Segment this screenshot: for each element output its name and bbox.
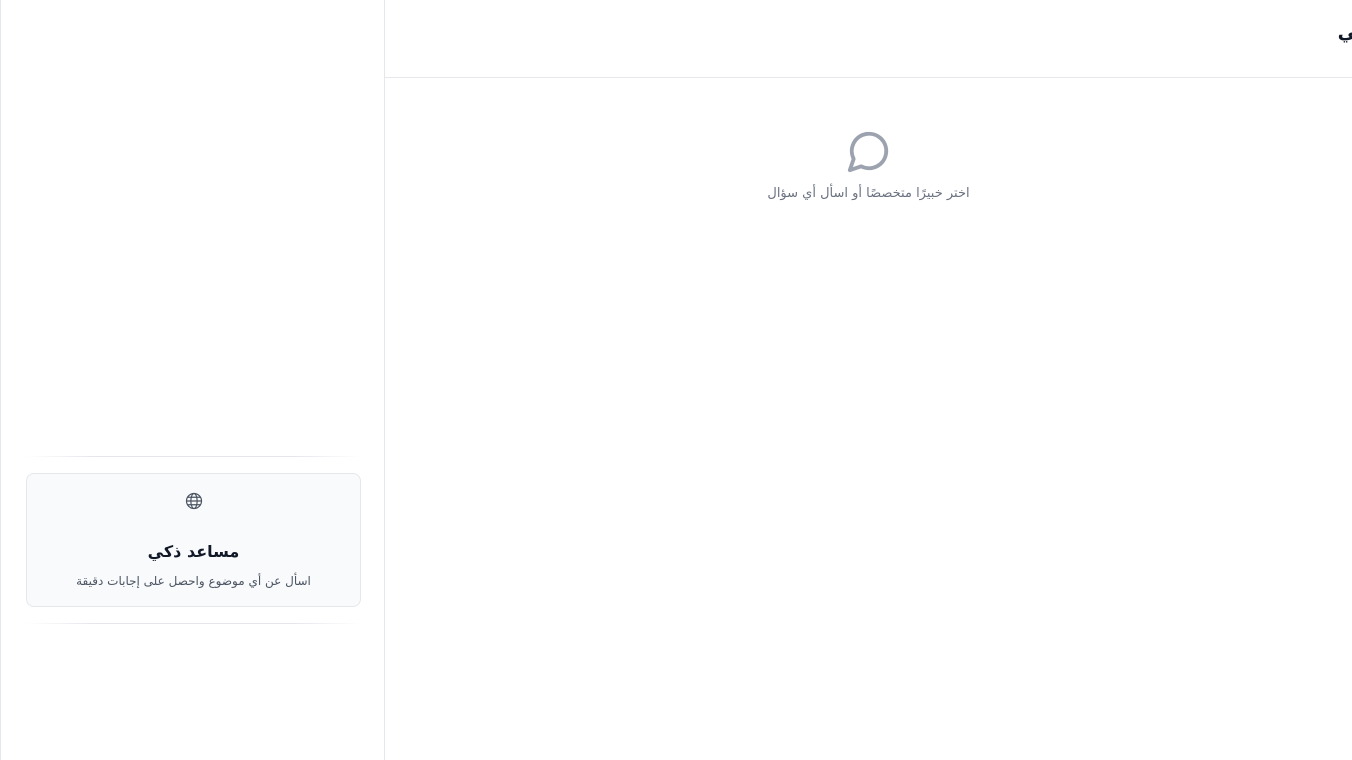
globe-icon	[185, 492, 202, 510]
app-window: مساعد ذكي اسأل عن أي موضوع واحصل على إجا…	[0, 0, 1352, 760]
assistant-card-title: مساعد ذكي	[147, 542, 240, 561]
chat-main-area: بي اختر خبيرًا متخصصًا أو اسأل أي سؤال	[385, 0, 1352, 760]
empty-state: اختر خبيرًا متخصصًا أو اسأل أي سؤال	[385, 128, 1352, 201]
chat-header: بي	[385, 0, 1352, 78]
sidebar-divider-bottom	[26, 623, 361, 624]
sidebar: مساعد ذكي اسأل عن أي موضوع واحصل على إجا…	[0, 0, 385, 760]
smart-assistant-card[interactable]: مساعد ذكي اسأل عن أي موضوع واحصل على إجا…	[26, 473, 361, 607]
empty-state-text: اختر خبيرًا متخصصًا أو اسأل أي سؤال	[767, 186, 970, 201]
sidebar-divider-top	[26, 456, 361, 457]
chat-bubble-icon	[847, 131, 888, 173]
header-title: بي	[1338, 21, 1352, 43]
assistant-card-description: اسأل عن أي موضوع واحصل على إجابات دقيقة	[76, 574, 311, 588]
